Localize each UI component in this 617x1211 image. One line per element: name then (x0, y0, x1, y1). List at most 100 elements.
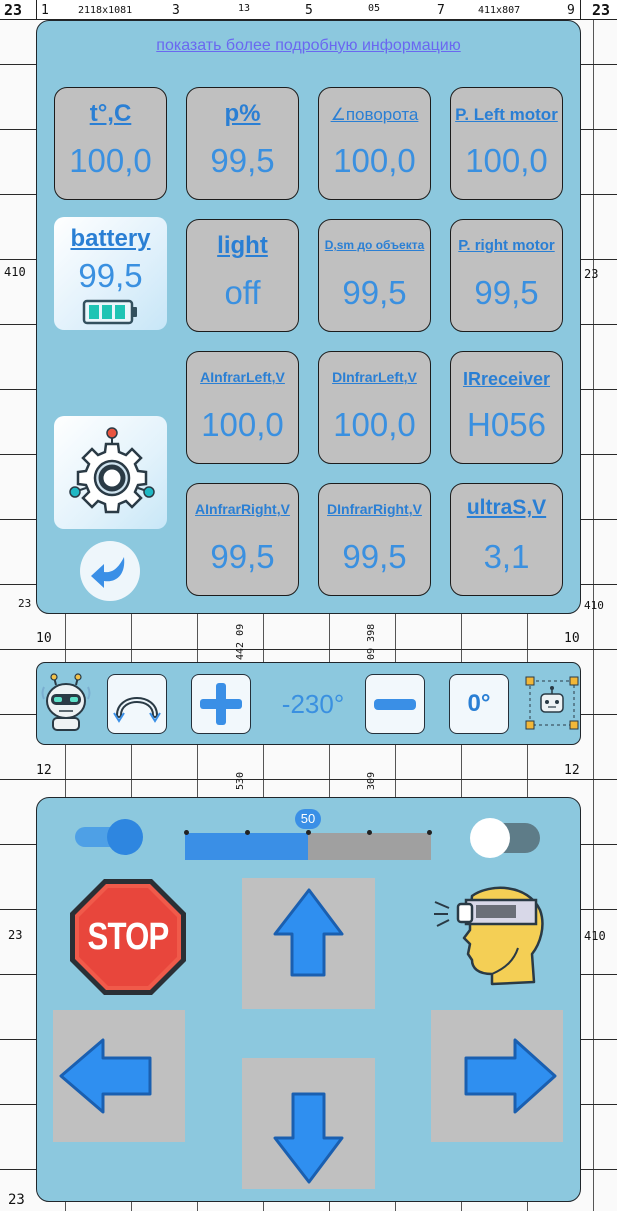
tile-label: ∠поворота (330, 105, 419, 124)
ruler-label: 05 (368, 3, 381, 14)
tile-label: ultraS,V (466, 496, 547, 519)
rotate-button[interactable] (107, 674, 167, 734)
ruler-label: 23 (4, 1, 23, 19)
info-panel: показать более подробную информацию t°,C… (36, 20, 581, 614)
ruler-tick (36, 0, 37, 20)
tile-distance: D,sm до объекта 99,5 (318, 219, 431, 332)
ruler-label: 13 (238, 3, 251, 14)
ruler-label: 23 (592, 1, 611, 19)
arrow-left-icon (59, 1038, 152, 1114)
ruler-label: 410 (584, 599, 604, 612)
tile-value: H056 (467, 406, 546, 443)
tile-label: p% (224, 100, 261, 127)
ruler-label: 23 (18, 597, 32, 610)
tile-dinfrar-right: DInfrarRight,V 99,5 (318, 483, 431, 596)
slider-value-bubble: 50 (295, 809, 321, 829)
tile-value: 3,1 (483, 538, 530, 575)
arrow-right-icon (464, 1038, 557, 1114)
tile-value: 100,0 (333, 406, 416, 443)
slider-tick (245, 830, 250, 835)
left-toggle[interactable] (75, 818, 145, 855)
ruler-label: 10 (564, 631, 580, 646)
ruler-label: 410 (4, 265, 26, 279)
back-button[interactable] (80, 541, 140, 601)
battery-value: 99,5 (78, 257, 143, 294)
minus-icon (374, 699, 416, 710)
ruler-label: 2118x1081 (78, 5, 133, 16)
tile-temperature: t°,C 100,0 (54, 87, 167, 200)
minus-button[interactable] (365, 674, 425, 734)
ruler-label: 09 398 (366, 623, 377, 660)
tile-pressure: p% 99,5 (186, 87, 299, 200)
battery-label: battery (70, 225, 151, 252)
tile-right-motor: P. right motor 99,5 (450, 219, 563, 332)
robot-head-icon[interactable] (39, 673, 93, 733)
ruler-label: 3 (172, 3, 180, 18)
reset-angle-button[interactable]: 0° (449, 674, 509, 734)
ruler-label: 9 (567, 3, 575, 18)
stop-button[interactable]: STOP (67, 876, 189, 998)
slider-tick (306, 830, 311, 835)
ruler-label: 23 (8, 1192, 25, 1208)
tile-value: 100,0 (333, 142, 416, 179)
tile-rotation-angle: ∠поворота 100,0 (318, 87, 431, 200)
ruler-label: 309 (366, 771, 377, 790)
tile-value: 99,5 (342, 538, 407, 575)
slider-tick (184, 830, 189, 835)
ruler-label: 410 (584, 929, 606, 943)
tile-value: 100,0 (465, 142, 548, 179)
ruler-label: 23 (584, 267, 599, 281)
tile-value: 100,0 (69, 142, 152, 179)
arrow-down-icon (273, 1092, 344, 1184)
backward-button[interactable] (242, 1058, 375, 1189)
tile-label: AInfrarLeft,V (200, 369, 285, 385)
ruler-label: 411x807 (478, 5, 521, 16)
tile-value: 99,5 (210, 142, 275, 179)
tile-value: 99,5 (210, 538, 275, 575)
tile-label: AInfrarRight,V (195, 501, 290, 517)
ruler-label: 7 (437, 3, 445, 18)
heading-panel: -230° 0° (36, 662, 581, 745)
ruler-label: 12 (564, 763, 580, 778)
stop-label: STOP (87, 916, 169, 958)
forward-button[interactable] (242, 878, 375, 1009)
arrow-up-icon (273, 888, 344, 977)
plus-icon (200, 683, 242, 725)
right-button[interactable] (431, 1010, 563, 1142)
tile-label: IRreceiver (462, 369, 551, 389)
slider-tick (427, 830, 432, 835)
speed-slider[interactable]: 50 (184, 809, 432, 860)
vr-headset-head-icon[interactable] (432, 878, 544, 990)
tile-label: P. right motor (458, 237, 555, 254)
tile-left-motor: P. Left motor 100,0 (450, 87, 563, 200)
left-button[interactable] (53, 1010, 185, 1142)
rotate-arc-icon (113, 697, 161, 723)
battery-icon (82, 299, 137, 325)
tile-ainfrar-right: AInfrarRight,V 99,5 (186, 483, 299, 596)
tile-label: P. Left motor (455, 105, 558, 124)
battery-tile: battery 99,5 (54, 217, 167, 330)
tile-light: light off (186, 219, 299, 332)
slider-fill (185, 833, 308, 860)
ruler-label: 5 (305, 3, 313, 18)
ruler-label: 10 (36, 631, 52, 646)
ruler-label: 442 09 (235, 623, 246, 660)
right-toggle[interactable] (470, 818, 542, 858)
tile-value: 99,5 (474, 274, 539, 311)
control-panel: 50 STOP (36, 797, 581, 1202)
tile-label: D,sm до объекта (324, 238, 425, 252)
ruler-label: 530 (235, 771, 246, 790)
robot-select-icon[interactable] (524, 675, 580, 733)
plus-button[interactable] (191, 674, 251, 734)
tile-label: DInfrarRight,V (327, 501, 422, 517)
tile-ultrasonic: ultraS,V 3,1 (450, 483, 563, 596)
tile-value: 99,5 (342, 274, 407, 311)
settings-button[interactable] (54, 416, 167, 529)
toggle-knob (107, 819, 143, 855)
ruler-label: 12 (36, 763, 52, 778)
tile-value: 100,0 (201, 406, 284, 443)
details-link[interactable]: показать более подробную информацию (37, 37, 580, 55)
ruler-label: 23 (8, 928, 23, 942)
ruler-top: 23 1 2118x1081 3 13 5 05 7 411x807 9 23 (0, 0, 617, 20)
tile-ainfrar-left: AInfrarLeft,V 100,0 (186, 351, 299, 464)
